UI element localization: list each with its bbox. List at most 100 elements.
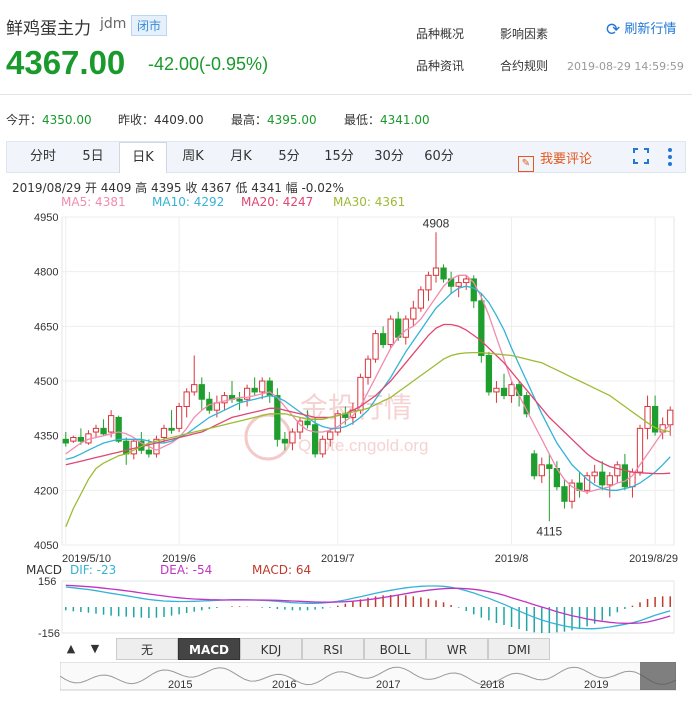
candle[interactable] (206, 391, 213, 414)
watermark-logo (244, 413, 292, 461)
candle[interactable] (334, 410, 341, 436)
candle[interactable] (440, 264, 447, 283)
candle[interactable] (372, 329, 379, 363)
candle[interactable] (175, 402, 183, 433)
candle[interactable] (198, 377, 205, 411)
tab-30min[interactable]: 30分 (369, 142, 409, 172)
candle[interactable] (417, 286, 425, 312)
scroll-left-button[interactable]: ▲ (62, 639, 80, 659)
more-menu-icon[interactable] (667, 147, 673, 167)
tab-indicator-boll[interactable]: BOLL (364, 638, 426, 660)
candle-body (455, 282, 462, 287)
candle[interactable] (266, 377, 273, 403)
candle[interactable] (319, 435, 326, 458)
candle[interactable] (568, 479, 576, 509)
candle[interactable] (251, 377, 258, 396)
candle-body (251, 387, 258, 393)
fullscreen-icon[interactable] (633, 148, 649, 164)
candle-body (123, 440, 130, 455)
candle[interactable] (410, 300, 417, 327)
candle[interactable] (379, 326, 387, 349)
candle[interactable] (432, 232, 440, 283)
tab-5min[interactable]: 5分 (271, 142, 307, 172)
candle[interactable] (62, 432, 69, 447)
stat-low: 最低：4341.00 (344, 113, 430, 127)
candle[interactable] (153, 435, 160, 458)
macd-tick-label: -156 (38, 628, 60, 637)
x-tick-label: 2019/8 (495, 553, 529, 565)
candle[interactable] (614, 461, 621, 484)
candle-body (531, 453, 538, 477)
history-navigator[interactable]: 2015 2016 2017 2018 2019 (60, 662, 676, 694)
candle[interactable] (447, 271, 455, 294)
macd-chart: 156 -156 (38, 577, 675, 637)
candle[interactable] (583, 472, 591, 494)
candle[interactable] (364, 355, 372, 385)
candle-body (191, 384, 198, 393)
candle[interactable] (606, 472, 613, 498)
candlestick-chart[interactable]: 49504800465045004350420040502019/5/10 201… (0, 205, 692, 565)
candle[interactable] (485, 351, 493, 396)
candle[interactable] (387, 315, 394, 349)
candle-body (667, 409, 674, 426)
macd-value-label: MACD: 64 (252, 563, 312, 577)
refresh-button[interactable]: ⟳ 刷新行情 (606, 18, 676, 40)
candle[interactable] (168, 410, 175, 434)
tab-15min[interactable]: 15分 (319, 142, 359, 172)
candle[interactable] (259, 377, 266, 400)
tab-indicator-none[interactable]: 无 (116, 638, 178, 660)
tab-5day[interactable]: 5日 (73, 142, 113, 172)
tab-indicator-kdj[interactable]: KDJ (240, 638, 302, 660)
candle-body (304, 420, 311, 426)
tab-indicator-rsi[interactable]: RSI (302, 638, 364, 660)
tab-indicator-dmi[interactable]: DMI (488, 638, 550, 660)
tab-timeshare[interactable]: 分时 (23, 142, 63, 172)
candle[interactable] (561, 479, 568, 509)
candle[interactable] (591, 464, 598, 484)
edit-icon: ✎ (518, 156, 534, 172)
candle[interactable] (100, 419, 107, 436)
link-rules[interactable]: 合约规则 (500, 57, 548, 74)
tab-daily-k[interactable]: 日K (119, 142, 167, 173)
candle[interactable] (599, 461, 606, 491)
extreme-value-label: 4908 (423, 216, 450, 230)
candle-body (115, 416, 122, 442)
candle[interactable] (576, 472, 583, 498)
link-news[interactable]: 品种资讯 (416, 57, 464, 74)
tab-60min[interactable]: 60分 (419, 142, 459, 172)
candle[interactable] (289, 428, 296, 451)
link-factors[interactable]: 影响因素 (500, 25, 548, 42)
comment-button[interactable]: ✎ 我要评论 (518, 148, 592, 172)
candle[interactable] (644, 395, 651, 440)
candle[interactable] (70, 435, 77, 443)
link-overview[interactable]: 品种概况 (416, 25, 464, 42)
candle[interactable] (546, 453, 553, 522)
candle[interactable] (243, 384, 251, 407)
scroll-right-button[interactable]: ▼ (86, 639, 104, 659)
candle[interactable] (651, 395, 659, 436)
candle[interactable] (455, 275, 462, 298)
candle[interactable] (85, 430, 92, 445)
candle[interactable] (191, 355, 198, 396)
candle-body (145, 449, 153, 455)
tab-monthly-k[interactable]: 月K (221, 142, 261, 172)
tab-weekly-k[interactable]: 周K (173, 142, 213, 172)
macd-dif-label: DIF: -23 (70, 563, 117, 577)
tab-indicator-macd[interactable]: MACD (178, 638, 240, 660)
candle-body (485, 354, 493, 393)
ma10-line (65, 285, 671, 491)
candle[interactable] (236, 391, 243, 411)
candle[interactable] (425, 271, 432, 301)
navigator-handle[interactable] (640, 662, 676, 690)
navigator-year-label: 2017 (376, 679, 400, 691)
candle[interactable] (538, 457, 545, 484)
candle[interactable] (500, 373, 508, 400)
candle-body (432, 267, 440, 276)
candle[interactable] (621, 453, 629, 491)
candle[interactable] (515, 381, 523, 407)
candle[interactable] (493, 381, 500, 403)
candle[interactable] (183, 388, 190, 418)
candle-body (107, 415, 115, 433)
tab-indicator-wr[interactable]: WR (426, 638, 488, 660)
candle[interactable] (531, 450, 538, 480)
